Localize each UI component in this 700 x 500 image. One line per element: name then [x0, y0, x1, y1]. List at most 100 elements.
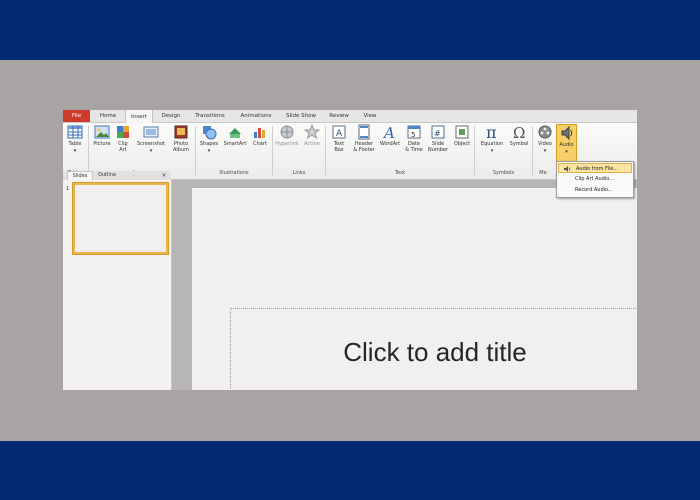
- menu-item-label: Clip Art Audio...: [575, 176, 614, 182]
- dropdown-arrow-icon: ▾: [565, 149, 568, 155]
- group-label-links: Links: [292, 170, 306, 176]
- tab-animations[interactable]: Animations: [236, 110, 276, 122]
- video-button[interactable]: Video ▾: [535, 124, 555, 167]
- audio-dropdown-menu: Audio from File... Clip Art Audio... Rec…: [556, 161, 634, 198]
- slide-thumbnail[interactable]: [73, 183, 168, 254]
- slide-thumbnail-number: 1: [66, 186, 70, 192]
- top-band: [0, 0, 700, 60]
- date-time-label: Date & Time: [405, 141, 423, 153]
- slide-number-button[interactable]: # Slide Number: [426, 124, 450, 167]
- svg-text:Ω: Ω: [513, 124, 525, 140]
- smartart-button[interactable]: SmartArt: [221, 124, 249, 167]
- table-button[interactable]: Table ▾: [65, 124, 85, 167]
- symbol-label: Symbol: [509, 141, 529, 147]
- svg-text:5: 5: [411, 131, 415, 139]
- speaker-icon: [561, 125, 572, 141]
- group-label-media: Me: [539, 170, 547, 176]
- dropdown-arrow-icon: ▾: [490, 148, 494, 154]
- hyperlink-label: Hyperlink: [275, 141, 299, 147]
- tab-outline[interactable]: Outline: [93, 171, 121, 180]
- menu-item-label: Record Audio...: [575, 187, 613, 193]
- menu-item-label: Audio from File...: [576, 166, 619, 172]
- omega-icon: Ω: [513, 124, 525, 140]
- film-reel-icon: [538, 125, 552, 139]
- menu-item-record-audio[interactable]: Record Audio...: [558, 185, 632, 195]
- pi-icon: π: [486, 124, 497, 140]
- clip-art-label: Clip Art: [118, 141, 128, 153]
- screenshot-icon: [143, 126, 159, 138]
- title-placeholder-text: Click to add title: [343, 337, 527, 367]
- equation-label: Equation: [480, 141, 504, 147]
- tab-design[interactable]: Design: [156, 110, 186, 122]
- wordart-button[interactable]: A WordArt: [378, 124, 402, 167]
- action-button[interactable]: Action: [301, 124, 323, 167]
- clip-art-button[interactable]: Clip Art: [114, 124, 132, 167]
- action-star-icon: [304, 124, 320, 140]
- svg-text:#: #: [434, 129, 441, 138]
- photo-album-button[interactable]: Photo Album: [169, 124, 193, 167]
- table-icon: [67, 125, 83, 139]
- hyperlink-button[interactable]: Hyperlink: [274, 124, 300, 167]
- screenshot-label: Screenshot: [137, 141, 165, 147]
- picture-label: Picture: [93, 141, 111, 147]
- object-label: Object: [453, 141, 471, 147]
- header-footer-button[interactable]: Header & Footer: [351, 124, 377, 167]
- dropdown-arrow-icon: ▾: [543, 148, 547, 154]
- text-box-button[interactable]: A Text Box: [328, 124, 350, 167]
- photo-album-icon: [174, 125, 188, 139]
- smartart-icon: [229, 128, 241, 138]
- close-pane-icon[interactable]: ×: [160, 171, 168, 180]
- bottom-band: [0, 441, 700, 500]
- object-icon: [455, 125, 469, 139]
- slides-pane: 1: [63, 180, 172, 390]
- tab-slide-show[interactable]: Slide Show: [282, 110, 320, 122]
- group-label-text: Text: [394, 170, 406, 176]
- tab-review[interactable]: Review: [325, 110, 353, 122]
- group-label-illustrations: Illustrations: [219, 170, 249, 176]
- dropdown-arrow-icon: ▾: [149, 148, 153, 154]
- header-footer-icon: [358, 124, 370, 140]
- chart-icon: [254, 128, 265, 138]
- screenshot-button[interactable]: Screenshot ▾: [134, 124, 168, 167]
- slide-canvas[interactable]: Click to add title: [192, 188, 637, 390]
- shapes-label: Shapes: [199, 141, 219, 147]
- header-footer-label: Header & Footer: [353, 141, 375, 153]
- slide-number-label: Slide Number: [427, 141, 449, 153]
- picture-button[interactable]: Picture: [91, 124, 113, 167]
- slide-number-icon: #: [431, 125, 445, 139]
- tab-insert[interactable]: Insert: [125, 110, 153, 124]
- symbol-button[interactable]: Ω Symbol: [508, 124, 530, 167]
- date-time-button[interactable]: 5 Date & Time: [403, 124, 425, 167]
- text-box-label: Text Box: [333, 141, 345, 153]
- tab-home[interactable]: Home: [94, 110, 122, 122]
- svg-text:π: π: [486, 124, 497, 140]
- photo-album-label: Photo Album: [172, 141, 190, 153]
- dropdown-arrow-icon: ▾: [207, 148, 211, 154]
- pane-tabs: Slides Outline ×: [63, 171, 171, 181]
- video-label: Video: [537, 141, 552, 147]
- shapes-icon: [203, 126, 217, 140]
- title-placeholder[interactable]: Click to add title: [230, 308, 637, 390]
- tab-transitions[interactable]: Transitions: [190, 110, 230, 122]
- menu-item-clip-art-audio[interactable]: Clip Art Audio...: [558, 174, 632, 184]
- wordart-icon: A: [382, 124, 395, 140]
- globe-link-icon: [280, 125, 294, 139]
- tab-view[interactable]: View: [358, 110, 382, 122]
- ribbon-tab-row: File Home Insert Design Transitions Anim…: [63, 110, 637, 124]
- chart-label: Chart: [253, 141, 267, 147]
- text-box-icon: A: [332, 125, 346, 139]
- picture-icon: [94, 125, 110, 139]
- menu-item-audio-from-file[interactable]: Audio from File...: [558, 163, 632, 173]
- smartart-label: SmartArt: [223, 141, 247, 147]
- group-label-symbols: Symbols: [492, 170, 515, 176]
- clip-art-icon: [117, 126, 129, 138]
- svg-text:A: A: [336, 129, 343, 139]
- object-button[interactable]: Object: [451, 124, 473, 167]
- action-label: Action: [304, 141, 320, 147]
- equation-button[interactable]: π Equation ▾: [477, 124, 507, 167]
- chart-button[interactable]: Chart: [250, 124, 270, 167]
- slide-editor: Click to add title: [172, 180, 637, 390]
- wordart-label: WordArt: [379, 141, 401, 147]
- shapes-button[interactable]: Shapes ▾: [198, 124, 220, 167]
- tab-file[interactable]: File: [63, 110, 90, 122]
